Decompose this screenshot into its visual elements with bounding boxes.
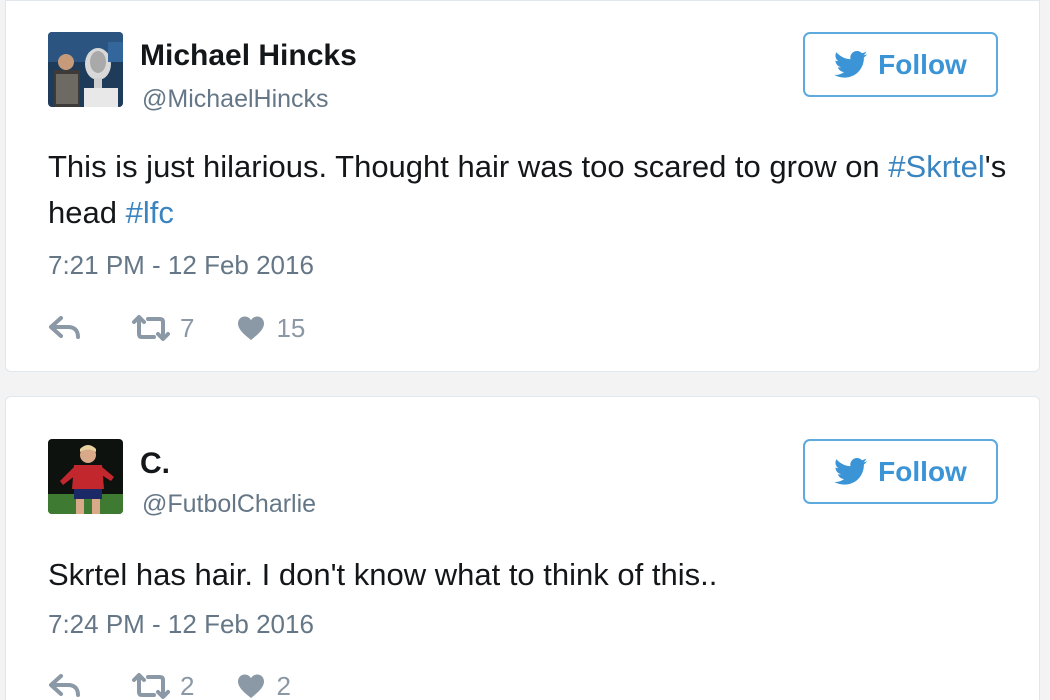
like-button[interactable]: 15 [236, 313, 305, 344]
tweet-card: C. @FutbolCharlie Follow Skrtel has hair… [5, 396, 1040, 700]
twitter-bird-icon [834, 50, 868, 78]
tweet-embed-page: Michael Hincks @MichaelHincks Follow Thi… [0, 0, 1050, 700]
retweet-button[interactable]: 2 [130, 671, 194, 700]
tweet-text: Skrtel has hair. I don't know what to th… [48, 557, 718, 592]
reply-icon [49, 316, 80, 339]
display-name[interactable]: C. [140, 447, 170, 481]
reply-button[interactable] [48, 673, 82, 699]
retweet-button[interactable]: 7 [130, 313, 194, 344]
retweet-count: 2 [180, 670, 195, 700]
follow-button[interactable]: Follow [803, 32, 998, 97]
like-button[interactable]: 2 [236, 670, 291, 700]
tweet-card: Michael Hincks @MichaelHincks Follow Thi… [5, 0, 1040, 372]
retweet-count: 7 [180, 312, 195, 343]
user-handle[interactable]: @MichaelHincks [142, 85, 329, 114]
display-name[interactable]: Michael Hincks [140, 39, 357, 73]
follow-button[interactable]: Follow [803, 439, 998, 504]
user-handle[interactable]: @FutbolCharlie [142, 490, 316, 519]
trophy-photo-avatar [48, 32, 123, 107]
hashtag-link[interactable]: #lfc [126, 195, 174, 230]
avatar[interactable] [48, 439, 123, 514]
heart-icon [238, 316, 265, 340]
tweet-timestamp[interactable]: 7:24 PM - 12 Feb 2016 [48, 609, 314, 640]
follow-label: Follow [878, 48, 967, 80]
hashtag-link[interactable]: #Skrtel [888, 149, 984, 184]
avatar[interactable] [48, 32, 123, 107]
reply-icon [49, 674, 80, 697]
twitter-bird-icon [834, 457, 868, 485]
tweet-text: This is just hilarious. Thought hair was… [48, 144, 1008, 236]
tweet-actions: 7 15 [48, 311, 305, 345]
follow-label: Follow [878, 455, 967, 487]
tweet-timestamp[interactable]: 7:21 PM - 12 Feb 2016 [48, 250, 314, 281]
like-count: 15 [276, 312, 306, 343]
tweet-text-part: This is just hilarious. Thought hair was… [48, 149, 889, 184]
like-count: 2 [276, 670, 291, 700]
retweet-icon [132, 315, 170, 341]
heart-icon [238, 674, 265, 698]
reply-button[interactable] [48, 315, 82, 341]
retweet-icon [132, 673, 170, 699]
footballer-photo-avatar [48, 439, 123, 514]
tweet-actions: 2 2 [48, 669, 291, 700]
